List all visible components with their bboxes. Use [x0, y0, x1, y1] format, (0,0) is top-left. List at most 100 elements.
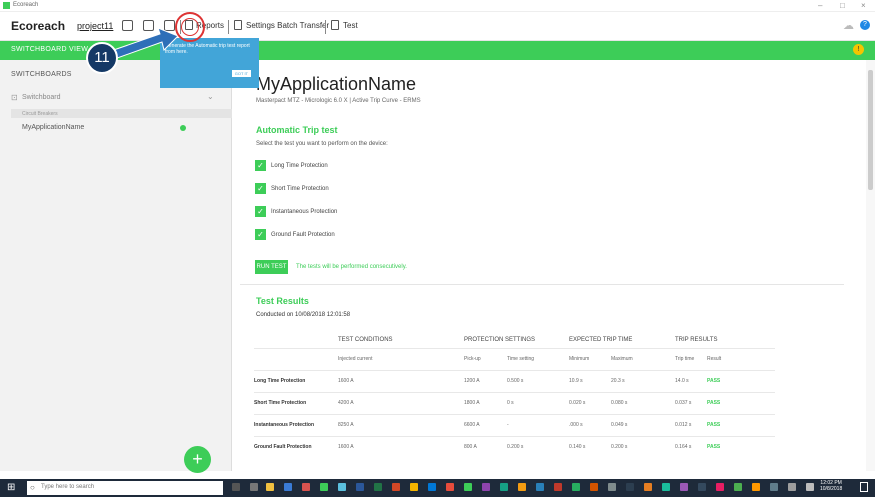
maximize-icon[interactable]: □	[840, 1, 845, 10]
store-icon[interactable]	[284, 483, 292, 491]
subhead: Pick-up	[464, 347, 507, 370]
notification-icon[interactable]: !	[853, 44, 864, 55]
cell: 1800 A	[464, 391, 507, 414]
highlight-circle-inner	[181, 18, 199, 36]
divider	[240, 284, 844, 285]
chevron-down-icon[interactable]: ⌄	[207, 92, 214, 101]
task-view-icon[interactable]	[250, 483, 258, 491]
row-name: Long Time Protection	[254, 369, 338, 392]
help-icon[interactable]: ?	[860, 20, 870, 30]
app-icon-5[interactable]	[482, 483, 490, 491]
got-it-button[interactable]: GOT IT	[231, 70, 251, 77]
app-icon-10[interactable]	[572, 483, 580, 491]
app-icon-9[interactable]	[554, 483, 562, 491]
sidebar-item-app[interactable]: MyApplicationName	[22, 124, 84, 131]
test-icon[interactable]	[331, 20, 339, 30]
group-test-conditions: TEST CONDITIONS	[338, 336, 393, 343]
app-icon-8[interactable]	[536, 483, 544, 491]
minimize-icon[interactable]: –	[818, 1, 822, 10]
subhead: Injected current	[338, 347, 464, 370]
table-group-header: TEST CONDITIONS PROTECTION SETTINGS EXPE…	[254, 332, 775, 348]
cloud-icon[interactable]: ☁	[843, 19, 854, 32]
cell: 1200 A	[464, 369, 507, 392]
app-icon-16[interactable]	[680, 483, 688, 491]
divider	[228, 20, 229, 34]
mic-icon[interactable]	[232, 483, 240, 491]
cell: 8250 A	[338, 413, 464, 436]
option-label: Ground Fault Protection	[271, 232, 335, 238]
cell: 0.037 s	[675, 391, 707, 414]
subhead: Maximum	[611, 347, 675, 370]
tray-icon[interactable]	[770, 483, 778, 491]
app-icon-20[interactable]	[752, 483, 760, 491]
menu-test[interactable]: Test	[343, 21, 358, 30]
windows-start-icon[interactable]: ⊞	[7, 482, 15, 493]
app-icon-7[interactable]	[518, 483, 526, 491]
close-icon[interactable]: ×	[861, 1, 866, 10]
word-icon[interactable]	[356, 483, 364, 491]
checkbox-instantaneous[interactable]: ✓	[255, 206, 266, 217]
app-icon-14[interactable]	[644, 483, 652, 491]
powerpoint-icon[interactable]	[392, 483, 400, 491]
result-badge: PASS	[707, 435, 775, 458]
app-icon-15[interactable]	[662, 483, 670, 491]
cell: 0.500 s	[507, 369, 569, 392]
app-icon-2[interactable]	[320, 483, 328, 491]
app-icon-19[interactable]	[734, 483, 742, 491]
row-name: Ground Fault Protection	[254, 435, 338, 458]
transfer-icon[interactable]	[234, 20, 242, 30]
checkbox-short-time[interactable]: ✓	[255, 183, 266, 194]
group-trip-results: TRIP RESULTS	[675, 336, 718, 343]
result-badge: PASS	[707, 413, 775, 436]
cell: 6600 A	[464, 413, 507, 436]
scrollbar-thumb[interactable]	[868, 70, 873, 190]
run-note: The tests will be performed consecutivel…	[296, 264, 407, 270]
cell: 0.140 s	[569, 435, 611, 458]
row-name: Short Time Protection	[254, 391, 338, 414]
network-icon[interactable]	[788, 483, 796, 491]
volume-icon[interactable]	[806, 483, 814, 491]
app-icon-17[interactable]	[698, 483, 706, 491]
subhead: Result	[707, 347, 775, 370]
cell: 0.200 s	[507, 435, 569, 458]
run-test-button[interactable]: RUN TEST	[255, 260, 288, 274]
sidebar-item-switchboard[interactable]: Switchboard	[22, 94, 61, 101]
add-button[interactable]: +	[184, 446, 211, 473]
switchboard-view-label[interactable]: SWITCHBOARD VIEW	[11, 46, 88, 53]
app-icon-12[interactable]	[608, 483, 616, 491]
app-icon-3[interactable]	[338, 483, 346, 491]
menu-settings-batch-transfer[interactable]: Settings Batch Transfer	[246, 21, 329, 30]
app-icon-13[interactable]	[626, 483, 634, 491]
app-icon-4[interactable]	[446, 483, 454, 491]
page-title: MyApplicationName	[256, 74, 417, 94]
search-placeholder: Type here to search	[41, 484, 95, 490]
cell: 0.049 s	[611, 413, 675, 436]
app-icon-1[interactable]	[302, 483, 310, 491]
cell: 14.0 s	[675, 369, 707, 392]
app-icon-18[interactable]	[716, 483, 724, 491]
app-icon-11[interactable]	[590, 483, 598, 491]
explorer-icon[interactable]	[266, 483, 274, 491]
app-icon-6[interactable]	[500, 483, 508, 491]
ecoreach-taskbar-icon[interactable]	[464, 483, 472, 491]
cell: 10.9 s	[569, 369, 611, 392]
chrome-icon[interactable]	[410, 483, 418, 491]
window-titlebar: Ecoreach – □ ×	[0, 0, 875, 12]
notifications-icon[interactable]	[860, 482, 868, 492]
edge-icon[interactable]	[428, 483, 436, 491]
app-icon	[3, 2, 10, 9]
option-label: Long Time Protection	[271, 163, 328, 169]
taskbar-clock[interactable]: 12:02 PM 10/8/2018	[820, 480, 842, 492]
table-row: Long Time Protection 1600 A 1200 A 0.500…	[254, 369, 775, 392]
excel-icon[interactable]	[374, 483, 382, 491]
checkbox-long-time[interactable]: ✓	[255, 160, 266, 171]
result-badge: PASS	[707, 391, 775, 414]
auto-trip-desc: Select the test you want to perform on t…	[256, 141, 388, 147]
checkbox-ground-fault[interactable]: ✓	[255, 229, 266, 240]
taskbar-search[interactable]: ○ Type here to search	[27, 481, 223, 495]
result-badge: PASS	[707, 369, 775, 392]
divider	[325, 20, 326, 34]
table-row: Short Time Protection 4200 A 1800 A 0 s …	[254, 391, 775, 414]
table-row: Instantaneous Protection 8250 A 6600 A -…	[254, 413, 775, 436]
table-row: Ground Fault Protection 1600 A 800 A 0.2…	[254, 435, 775, 458]
